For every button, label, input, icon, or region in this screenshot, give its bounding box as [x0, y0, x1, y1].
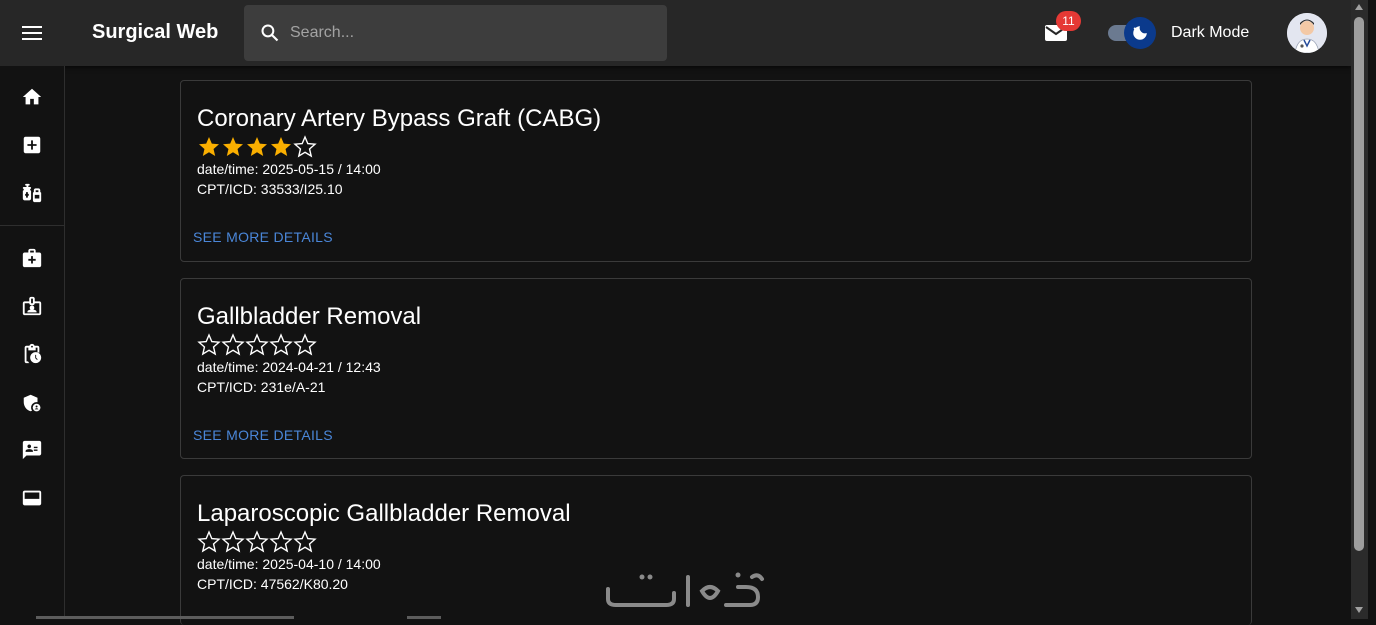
- sidebar-item-medical[interactable]: [20, 133, 44, 157]
- star-empty-icon[interactable]: [269, 530, 293, 554]
- rating-stars[interactable]: [197, 333, 317, 357]
- star-empty-icon[interactable]: [197, 530, 221, 554]
- see-more-details-button[interactable]: SEE MORE DETAILS: [193, 427, 333, 443]
- avatar[interactable]: [1287, 13, 1327, 53]
- procedure-title: Gallbladder Removal: [197, 303, 422, 330]
- star-empty-icon[interactable]: [245, 333, 269, 357]
- monitor-icon: [22, 490, 42, 506]
- scrollbar-thumb[interactable]: [1354, 17, 1364, 551]
- procedure-card: Coronary Artery Bypass Graft (CABG) date…: [180, 80, 1252, 262]
- scroll-down-arrow-icon[interactable]: [1355, 607, 1363, 613]
- star-filled-icon[interactable]: [269, 135, 293, 159]
- vertical-scrollbar[interactable]: [1351, 0, 1368, 619]
- procedure-title: Coronary Artery Bypass Graft (CABG): [197, 105, 602, 132]
- sidebar-item-home[interactable]: [20, 85, 44, 109]
- search-input[interactable]: [290, 5, 650, 61]
- clipboard-clock-icon: [24, 343, 42, 364]
- sidebar-item-display[interactable]: [20, 486, 44, 510]
- search-icon: [261, 24, 279, 42]
- procedure-codes: CPT/ICD: 231e/A-21: [197, 379, 326, 395]
- star-empty-icon[interactable]: [221, 530, 245, 554]
- hamburger-menu-icon: [22, 26, 42, 40]
- star-filled-icon[interactable]: [197, 135, 221, 159]
- doctor-avatar-icon: [1287, 13, 1327, 53]
- procedure-datetime: date/time: 2024-04-21 / 12:43: [197, 359, 381, 375]
- sidebar-item-schedule[interactable]: [20, 342, 44, 366]
- moon-icon: [1133, 26, 1147, 40]
- sidebar-item-medical-kit[interactable]: [20, 246, 44, 270]
- scroll-up-arrow-icon[interactable]: [1355, 4, 1363, 10]
- sidebar-divider: [0, 225, 64, 226]
- star-filled-icon[interactable]: [221, 135, 245, 159]
- procedure-codes: CPT/ICD: 33533/I25.10: [197, 181, 343, 197]
- star-empty-icon[interactable]: [269, 333, 293, 357]
- star-empty-icon[interactable]: [245, 530, 269, 554]
- badge-icon: [22, 296, 42, 316]
- rating-stars[interactable]: [197, 530, 317, 554]
- medical-plus-icon: [23, 136, 41, 154]
- see-more-details-button[interactable]: SEE MORE DETAILS: [193, 229, 333, 245]
- dark-mode-label: Dark Mode: [1171, 24, 1250, 41]
- dark-mode-toggle[interactable]: [1124, 17, 1156, 49]
- sidebar-item-contacts[interactable]: [20, 438, 44, 462]
- watermark-logo: [606, 572, 764, 607]
- star-filled-icon[interactable]: [245, 135, 269, 159]
- sidebar-item-vaccines[interactable]: [20, 181, 44, 205]
- search-box: [244, 5, 667, 61]
- procedure-datetime: date/time: 2025-05-15 / 14:00: [197, 161, 381, 177]
- sidebar: [0, 66, 65, 619]
- procedure-datetime: date/time: 2025-04-10 / 14:00: [197, 556, 381, 572]
- app-title: Surgical Web: [92, 21, 219, 43]
- procedure-title: Laparoscopic Gallbladder Removal: [197, 500, 571, 527]
- star-empty-icon[interactable]: [293, 333, 317, 357]
- star-empty-icon[interactable]: [293, 135, 317, 159]
- menu-button[interactable]: [16, 17, 48, 49]
- procedure-card: Gallbladder Removal date/time: 2024-04-2…: [180, 278, 1252, 459]
- shield-icon: [23, 394, 41, 412]
- star-empty-icon[interactable]: [197, 333, 221, 357]
- sidebar-item-badge[interactable]: [20, 294, 44, 318]
- vaccines-icon: [22, 183, 42, 203]
- rating-stars[interactable]: [197, 135, 317, 159]
- home-icon: [22, 88, 42, 105]
- sidebar-item-security[interactable]: [20, 391, 44, 415]
- contact-card-icon: [22, 440, 42, 460]
- medical-kit-icon: [22, 248, 42, 268]
- app-bar: Surgical Web 11 Dark Mode: [0, 0, 1351, 66]
- notification-badge: 11: [1056, 11, 1081, 31]
- procedure-codes: CPT/ICD: 47562/K80.20: [197, 576, 348, 592]
- star-empty-icon[interactable]: [293, 530, 317, 554]
- star-empty-icon[interactable]: [221, 333, 245, 357]
